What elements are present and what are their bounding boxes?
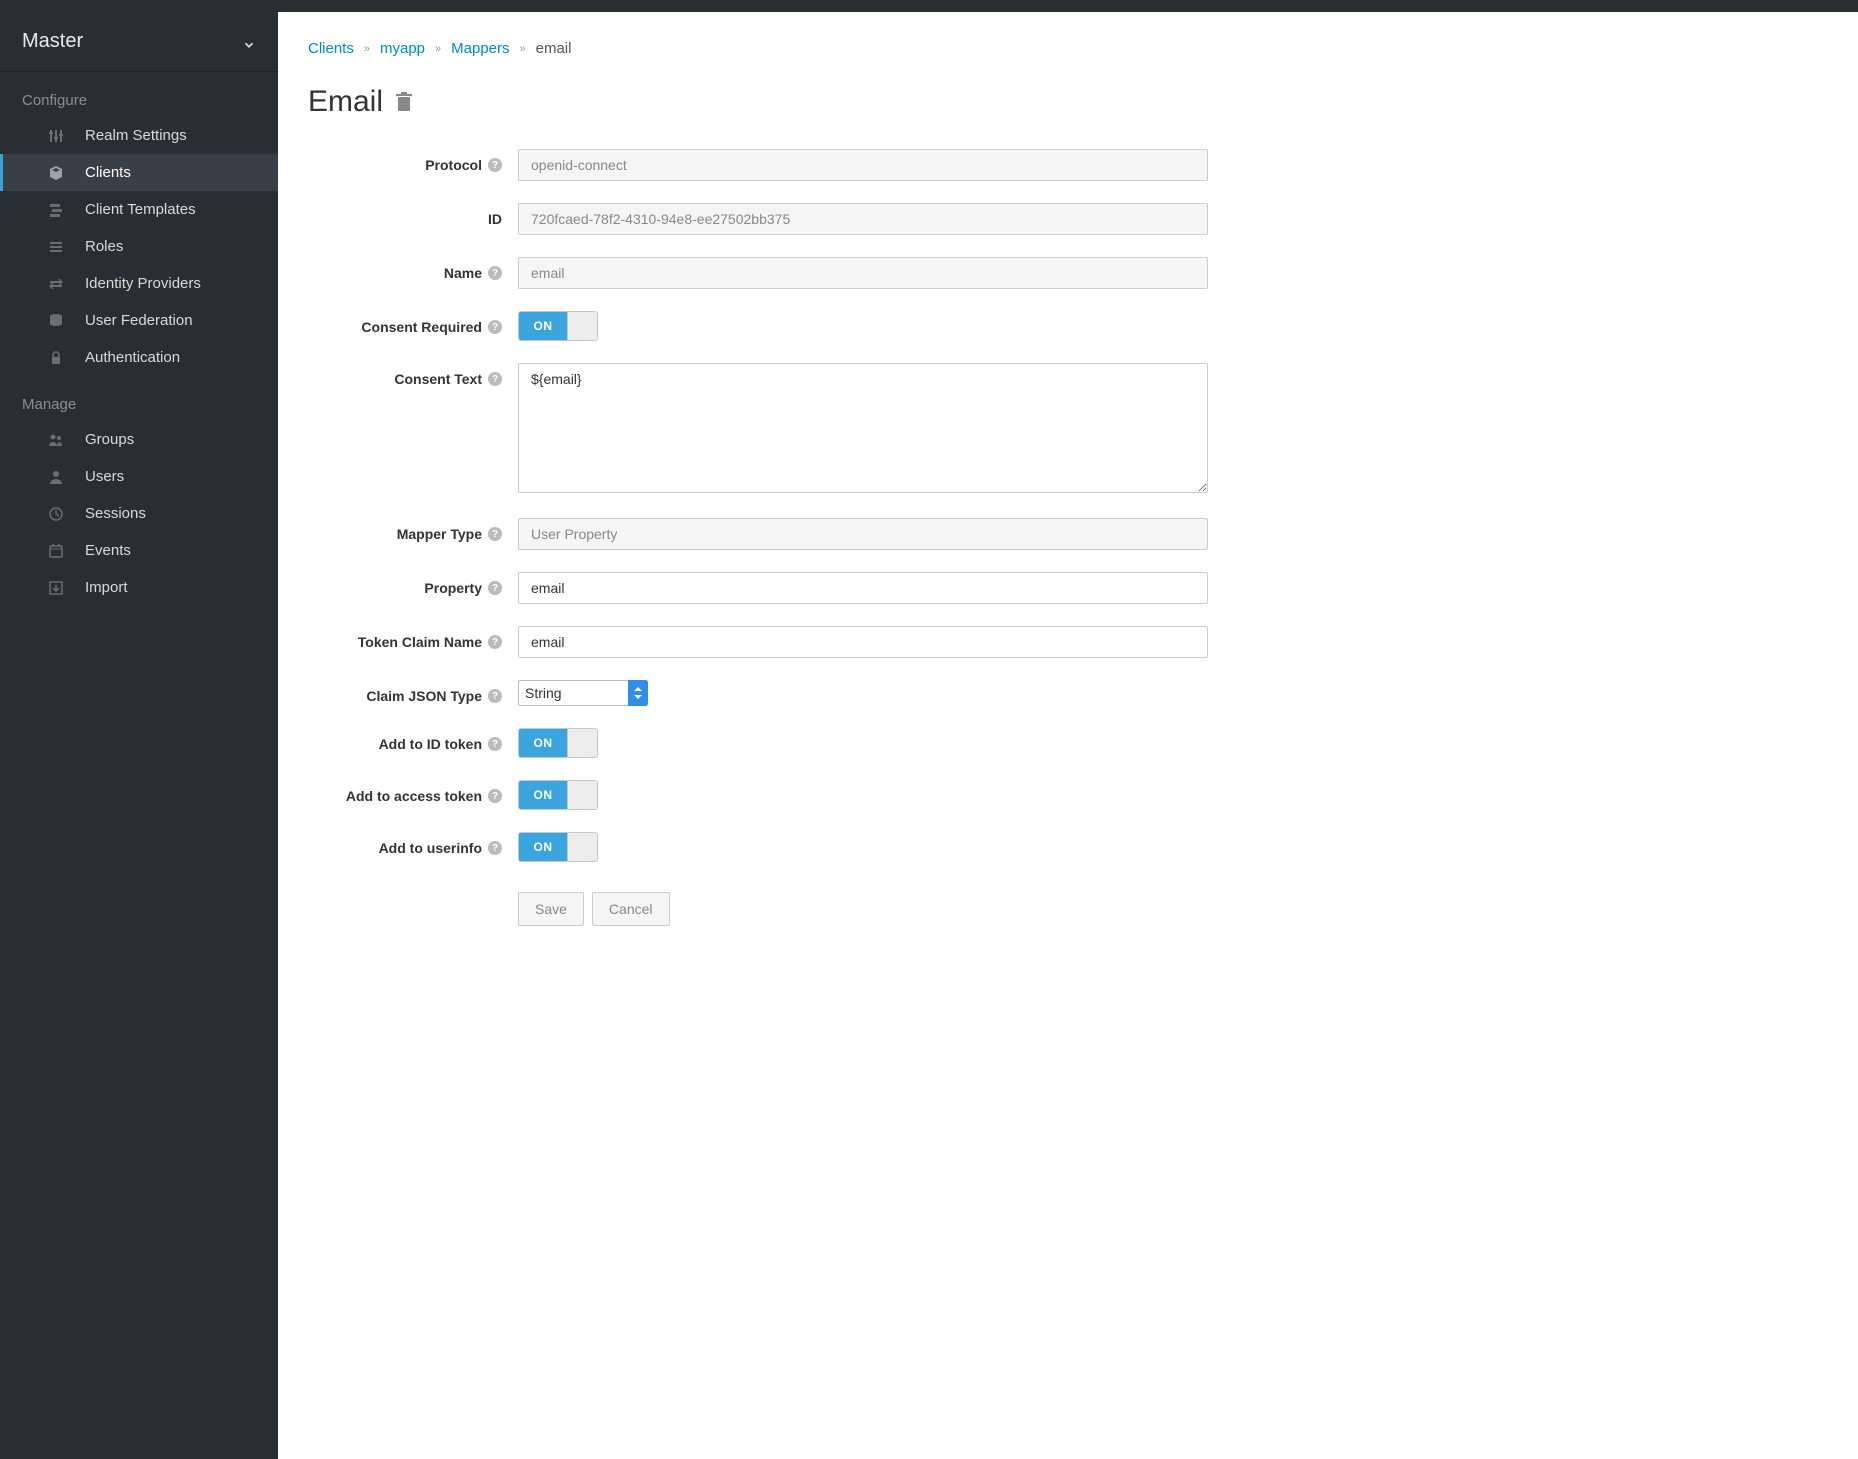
sidebar-item-groups[interactable]: Groups bbox=[0, 421, 278, 458]
token-claim-name-label: Token Claim Name ? bbox=[308, 626, 518, 650]
sidebar-item-clients[interactable]: Clients bbox=[0, 154, 278, 191]
help-icon[interactable]: ? bbox=[488, 789, 502, 803]
add-to-userinfo-toggle[interactable]: ON bbox=[518, 832, 598, 862]
help-icon[interactable]: ? bbox=[488, 581, 502, 595]
mapper-type-label: Mapper Type ? bbox=[308, 518, 518, 542]
sidebar-item-identity-providers[interactable]: Identity Providers bbox=[0, 265, 278, 302]
sidebar-item-user-federation[interactable]: User Federation bbox=[0, 302, 278, 339]
property-input[interactable] bbox=[518, 572, 1208, 604]
chevron-down-icon bbox=[242, 35, 256, 49]
help-icon[interactable]: ? bbox=[488, 635, 502, 649]
sidebar: Master Configure Realm Settings Clients … bbox=[0, 12, 278, 1459]
sidebar-manage-list: Groups Users Sessions Events Import bbox=[0, 421, 278, 606]
breadcrumb-clients[interactable]: Clients bbox=[308, 40, 354, 57]
clock-icon bbox=[47, 505, 65, 523]
consent-required-label: Consent Required ? bbox=[308, 311, 518, 335]
add-to-access-token-label: Add to access token ? bbox=[308, 780, 518, 804]
sidebar-section-configure: Configure bbox=[0, 72, 278, 117]
cancel-button[interactable]: Cancel bbox=[592, 892, 670, 926]
cube-icon bbox=[47, 164, 65, 182]
import-icon bbox=[47, 579, 65, 597]
sidebar-configure-list: Realm Settings Clients Client Templates … bbox=[0, 117, 278, 376]
chevron-right-icon: » bbox=[520, 43, 526, 55]
calendar-icon bbox=[47, 542, 65, 560]
database-icon bbox=[47, 312, 65, 330]
add-to-userinfo-label: Add to userinfo ? bbox=[308, 832, 518, 856]
page-title: Email bbox=[308, 85, 383, 119]
users-icon bbox=[47, 431, 65, 449]
breadcrumb: Clients » myapp » Mappers » email bbox=[308, 36, 1828, 57]
claim-json-type-select[interactable]: String bbox=[518, 680, 648, 706]
toggle-knob bbox=[567, 312, 597, 340]
help-icon[interactable]: ? bbox=[488, 266, 502, 280]
sidebar-item-label: Authentication bbox=[47, 349, 180, 366]
breadcrumb-current: email bbox=[536, 40, 572, 57]
trash-icon[interactable] bbox=[395, 92, 413, 112]
id-input bbox=[518, 203, 1208, 235]
consent-text-label: Consent Text ? bbox=[308, 363, 518, 387]
sidebar-item-label: Client Templates bbox=[47, 201, 196, 218]
realm-name: Master bbox=[22, 30, 83, 53]
templates-icon bbox=[47, 201, 65, 219]
add-to-access-token-toggle[interactable]: ON bbox=[518, 780, 598, 810]
sidebar-item-import[interactable]: Import bbox=[0, 569, 278, 606]
main-content: Clients » myapp » Mappers » email Email … bbox=[278, 12, 1858, 1459]
help-icon[interactable]: ? bbox=[488, 372, 502, 386]
id-label: ID bbox=[308, 203, 518, 227]
sidebar-item-sessions[interactable]: Sessions bbox=[0, 495, 278, 532]
sidebar-item-label: User Federation bbox=[47, 312, 193, 329]
toggle-on-label: ON bbox=[519, 729, 567, 757]
chevron-right-icon: » bbox=[364, 43, 370, 55]
toggle-on-label: ON bbox=[519, 312, 567, 340]
sidebar-item-label: Realm Settings bbox=[47, 127, 187, 144]
name-label: Name ? bbox=[308, 257, 518, 281]
protocol-input bbox=[518, 149, 1208, 181]
help-icon[interactable]: ? bbox=[488, 158, 502, 172]
property-label: Property ? bbox=[308, 572, 518, 596]
list-icon bbox=[47, 238, 65, 256]
toggle-on-label: ON bbox=[519, 833, 567, 861]
consent-required-toggle[interactable]: ON bbox=[518, 311, 598, 341]
help-icon[interactable]: ? bbox=[488, 737, 502, 751]
toggle-knob bbox=[567, 833, 597, 861]
protocol-label: Protocol ? bbox=[308, 149, 518, 173]
help-icon[interactable]: ? bbox=[488, 320, 502, 334]
chevron-right-icon: » bbox=[435, 43, 441, 55]
topbar bbox=[0, 0, 1858, 12]
sidebar-section-manage: Manage bbox=[0, 376, 278, 421]
exchange-icon bbox=[47, 275, 65, 293]
sidebar-item-events[interactable]: Events bbox=[0, 532, 278, 569]
toggle-knob bbox=[567, 781, 597, 809]
toggle-on-label: ON bbox=[519, 781, 567, 809]
token-claim-name-input[interactable] bbox=[518, 626, 1208, 658]
user-icon bbox=[47, 468, 65, 486]
toggle-knob bbox=[567, 729, 597, 757]
realm-selector[interactable]: Master bbox=[0, 12, 278, 72]
help-icon[interactable]: ? bbox=[488, 689, 502, 703]
add-to-id-token-label: Add to ID token ? bbox=[308, 728, 518, 752]
consent-text-input[interactable] bbox=[518, 363, 1208, 493]
help-icon[interactable]: ? bbox=[488, 527, 502, 541]
sidebar-item-roles[interactable]: Roles bbox=[0, 228, 278, 265]
breadcrumb-mappers[interactable]: Mappers bbox=[451, 40, 509, 57]
sidebar-item-users[interactable]: Users bbox=[0, 458, 278, 495]
mapper-type-input bbox=[518, 518, 1208, 550]
sidebar-item-realm-settings[interactable]: Realm Settings bbox=[0, 117, 278, 154]
mapper-form: Protocol ? ID Name ? bbox=[308, 149, 1208, 926]
help-icon[interactable]: ? bbox=[488, 841, 502, 855]
sidebar-item-client-templates[interactable]: Client Templates bbox=[0, 191, 278, 228]
save-button[interactable]: Save bbox=[518, 892, 584, 926]
add-to-id-token-toggle[interactable]: ON bbox=[518, 728, 598, 758]
name-input bbox=[518, 257, 1208, 289]
sidebar-item-label: Identity Providers bbox=[47, 275, 201, 292]
claim-json-type-label: Claim JSON Type ? bbox=[308, 680, 518, 704]
lock-icon bbox=[47, 349, 65, 367]
sliders-icon bbox=[47, 127, 65, 145]
breadcrumb-myapp[interactable]: myapp bbox=[380, 40, 425, 57]
sidebar-item-authentication[interactable]: Authentication bbox=[0, 339, 278, 376]
